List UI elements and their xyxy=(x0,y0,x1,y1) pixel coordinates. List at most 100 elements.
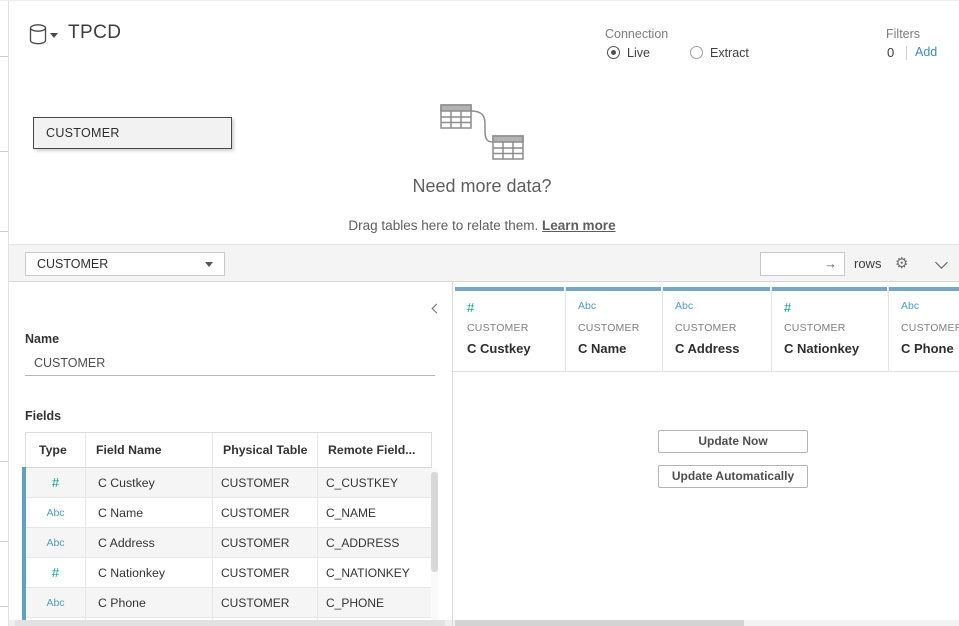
live-radio[interactable] xyxy=(607,46,620,59)
filters-count: 0 xyxy=(887,45,894,60)
table-row[interactable]: Abc C Name CUSTOMER C_NAME xyxy=(26,498,431,528)
scrollbar-thumb[interactable] xyxy=(431,472,438,572)
field-name-cell: C Phone xyxy=(86,588,213,617)
data-preview-grid: # CUSTOMER C Custkey Abc CUSTOMER C Name… xyxy=(453,282,959,626)
number-type-icon: # xyxy=(26,558,86,587)
column-accent-bar xyxy=(566,287,661,291)
number-type-icon: # xyxy=(784,300,888,316)
dropdown-caret-icon xyxy=(205,262,213,267)
field-name-cell: C Address xyxy=(86,528,213,557)
column-header-remote-field[interactable]: Remote Field... xyxy=(318,433,431,467)
fields-table-vertical-scrollbar[interactable] xyxy=(431,468,438,620)
database-menu-caret-icon[interactable] xyxy=(50,33,58,38)
database-icon[interactable] xyxy=(29,24,47,45)
empty-state-hint: Drag tables here to relate them. xyxy=(348,218,538,233)
canvas-table-node[interactable]: CUSTOMER xyxy=(33,117,232,149)
live-radio-label[interactable]: Live xyxy=(627,46,650,60)
add-filter-link[interactable]: Add xyxy=(915,45,937,59)
grid-column-header[interactable]: Abc CUSTOMER C Name xyxy=(566,287,663,371)
relate-tables-illustration-icon xyxy=(440,98,528,162)
divider xyxy=(453,371,959,372)
grid-column-header[interactable]: # CUSTOMER C Custkey xyxy=(455,287,566,371)
scrollbar-thumb[interactable] xyxy=(15,620,445,626)
left-pane-resize-strip[interactable] xyxy=(0,1,9,626)
grid-column-field: C Custkey xyxy=(467,341,565,356)
filters-label: Filters xyxy=(886,27,920,41)
physical-table-cell: CUSTOMER xyxy=(213,588,318,617)
update-automatically-button[interactable]: Update Automatically xyxy=(658,465,808,488)
table-selector-dropdown[interactable]: CUSTOMER xyxy=(25,252,225,276)
column-accent-bar xyxy=(772,287,887,291)
divider xyxy=(0,606,8,607)
string-type-icon: Abc xyxy=(901,300,959,316)
grid-horizontal-scrollbar[interactable] xyxy=(453,620,959,626)
remote-field-cell: C_ADDRESS xyxy=(318,528,431,557)
fields-label: Fields xyxy=(25,409,61,423)
rows-count-input[interactable] xyxy=(761,253,821,275)
collapse-panel-chevron-left-icon[interactable] xyxy=(432,304,442,314)
grid-column-field: C Nationkey xyxy=(784,341,888,356)
datasource-title[interactable]: TPCD xyxy=(68,22,121,44)
remote-field-cell: C_CUSTKEY xyxy=(318,468,431,497)
connection-label: Connection xyxy=(605,27,668,41)
string-type-icon: Abc xyxy=(26,528,86,557)
string-type-icon: Abc xyxy=(578,300,662,316)
number-type-icon: # xyxy=(26,468,86,497)
divider xyxy=(0,231,8,232)
column-accent-bar xyxy=(455,287,564,291)
table-selector-value: CUSTOMER xyxy=(37,257,108,271)
rows-input-wrap: → xyxy=(760,252,845,276)
grid-column-table: CUSTOMER xyxy=(675,322,771,334)
settings-gear-icon[interactable]: ⚙ xyxy=(895,254,908,272)
column-accent-bar xyxy=(889,287,959,291)
extract-radio[interactable] xyxy=(690,46,703,59)
fields-table-header: Type Field Name Physical Table Remote Fi… xyxy=(26,433,431,468)
grid-column-field: C Name xyxy=(578,341,662,356)
column-accent-bar xyxy=(663,287,770,291)
empty-state-title: Need more data? xyxy=(332,176,632,197)
table-row[interactable]: Abc C Address CUSTOMER C_ADDRESS xyxy=(26,528,431,558)
scrollbar-thumb[interactable] xyxy=(455,620,744,626)
column-header-type[interactable]: Type xyxy=(26,433,86,467)
fields-table: Type Field Name Physical Table Remote Fi… xyxy=(25,432,432,626)
column-header-field-name[interactable]: Field Name xyxy=(86,433,213,467)
grid-column-table: CUSTOMER xyxy=(578,322,662,334)
divider xyxy=(0,541,8,542)
chevron-down-icon[interactable] xyxy=(935,256,948,269)
extract-radio-label[interactable]: Extract xyxy=(710,46,749,60)
update-now-button[interactable]: Update Now xyxy=(658,430,808,453)
grid-column-header[interactable]: Abc CUSTOMER C Phone xyxy=(889,287,959,371)
table-row[interactable]: # C Nationkey CUSTOMER C_NATIONKEY xyxy=(26,558,431,588)
selected-rows-indicator-strip xyxy=(22,467,26,626)
remote-field-cell: C_NATIONKEY xyxy=(318,558,431,587)
physical-table-cell: CUSTOMER xyxy=(213,498,318,527)
grid-column-table: CUSTOMER xyxy=(467,322,565,334)
grid-column-header[interactable]: Abc CUSTOMER C Address xyxy=(663,287,772,371)
grid-column-table: CUSTOMER xyxy=(901,322,959,334)
string-type-icon: Abc xyxy=(675,300,771,316)
column-header-physical-table[interactable]: Physical Table xyxy=(213,433,318,467)
physical-table-cell: CUSTOMER xyxy=(213,558,318,587)
grid-column-header[interactable]: # CUSTOMER C Nationkey xyxy=(772,287,889,371)
table-details-panel: Name CUSTOMER Fields Type Field Name Phy… xyxy=(9,282,453,626)
divider xyxy=(906,46,907,60)
logical-table-toolbar: CUSTOMER → rows ⚙ xyxy=(9,244,959,282)
go-to-row-arrow-icon[interactable]: → xyxy=(824,256,837,271)
physical-table-cell: CUSTOMER xyxy=(213,528,318,557)
grid-column-field: C Address xyxy=(675,341,771,356)
learn-more-link[interactable]: Learn more xyxy=(542,218,616,233)
grid-header-row: # CUSTOMER C Custkey Abc CUSTOMER C Name… xyxy=(455,287,959,371)
left-panel-horizontal-scrollbar[interactable] xyxy=(9,620,452,626)
table-name-field[interactable]: CUSTOMER xyxy=(25,350,435,376)
string-type-icon: Abc xyxy=(26,498,86,527)
table-row[interactable]: Abc C Phone CUSTOMER C_PHONE xyxy=(26,588,431,618)
divider xyxy=(0,56,8,57)
empty-state-subtitle: Drag tables here to relate them. Learn m… xyxy=(230,218,734,233)
divider xyxy=(0,461,8,462)
grid-column-table: CUSTOMER xyxy=(784,322,888,334)
table-row[interactable]: # C Custkey CUSTOMER C_CUSTKEY xyxy=(26,468,431,498)
field-name-cell: C Name xyxy=(86,498,213,527)
field-name-cell: C Custkey xyxy=(86,468,213,497)
remote-field-cell: C_NAME xyxy=(318,498,431,527)
string-type-icon: Abc xyxy=(26,588,86,617)
